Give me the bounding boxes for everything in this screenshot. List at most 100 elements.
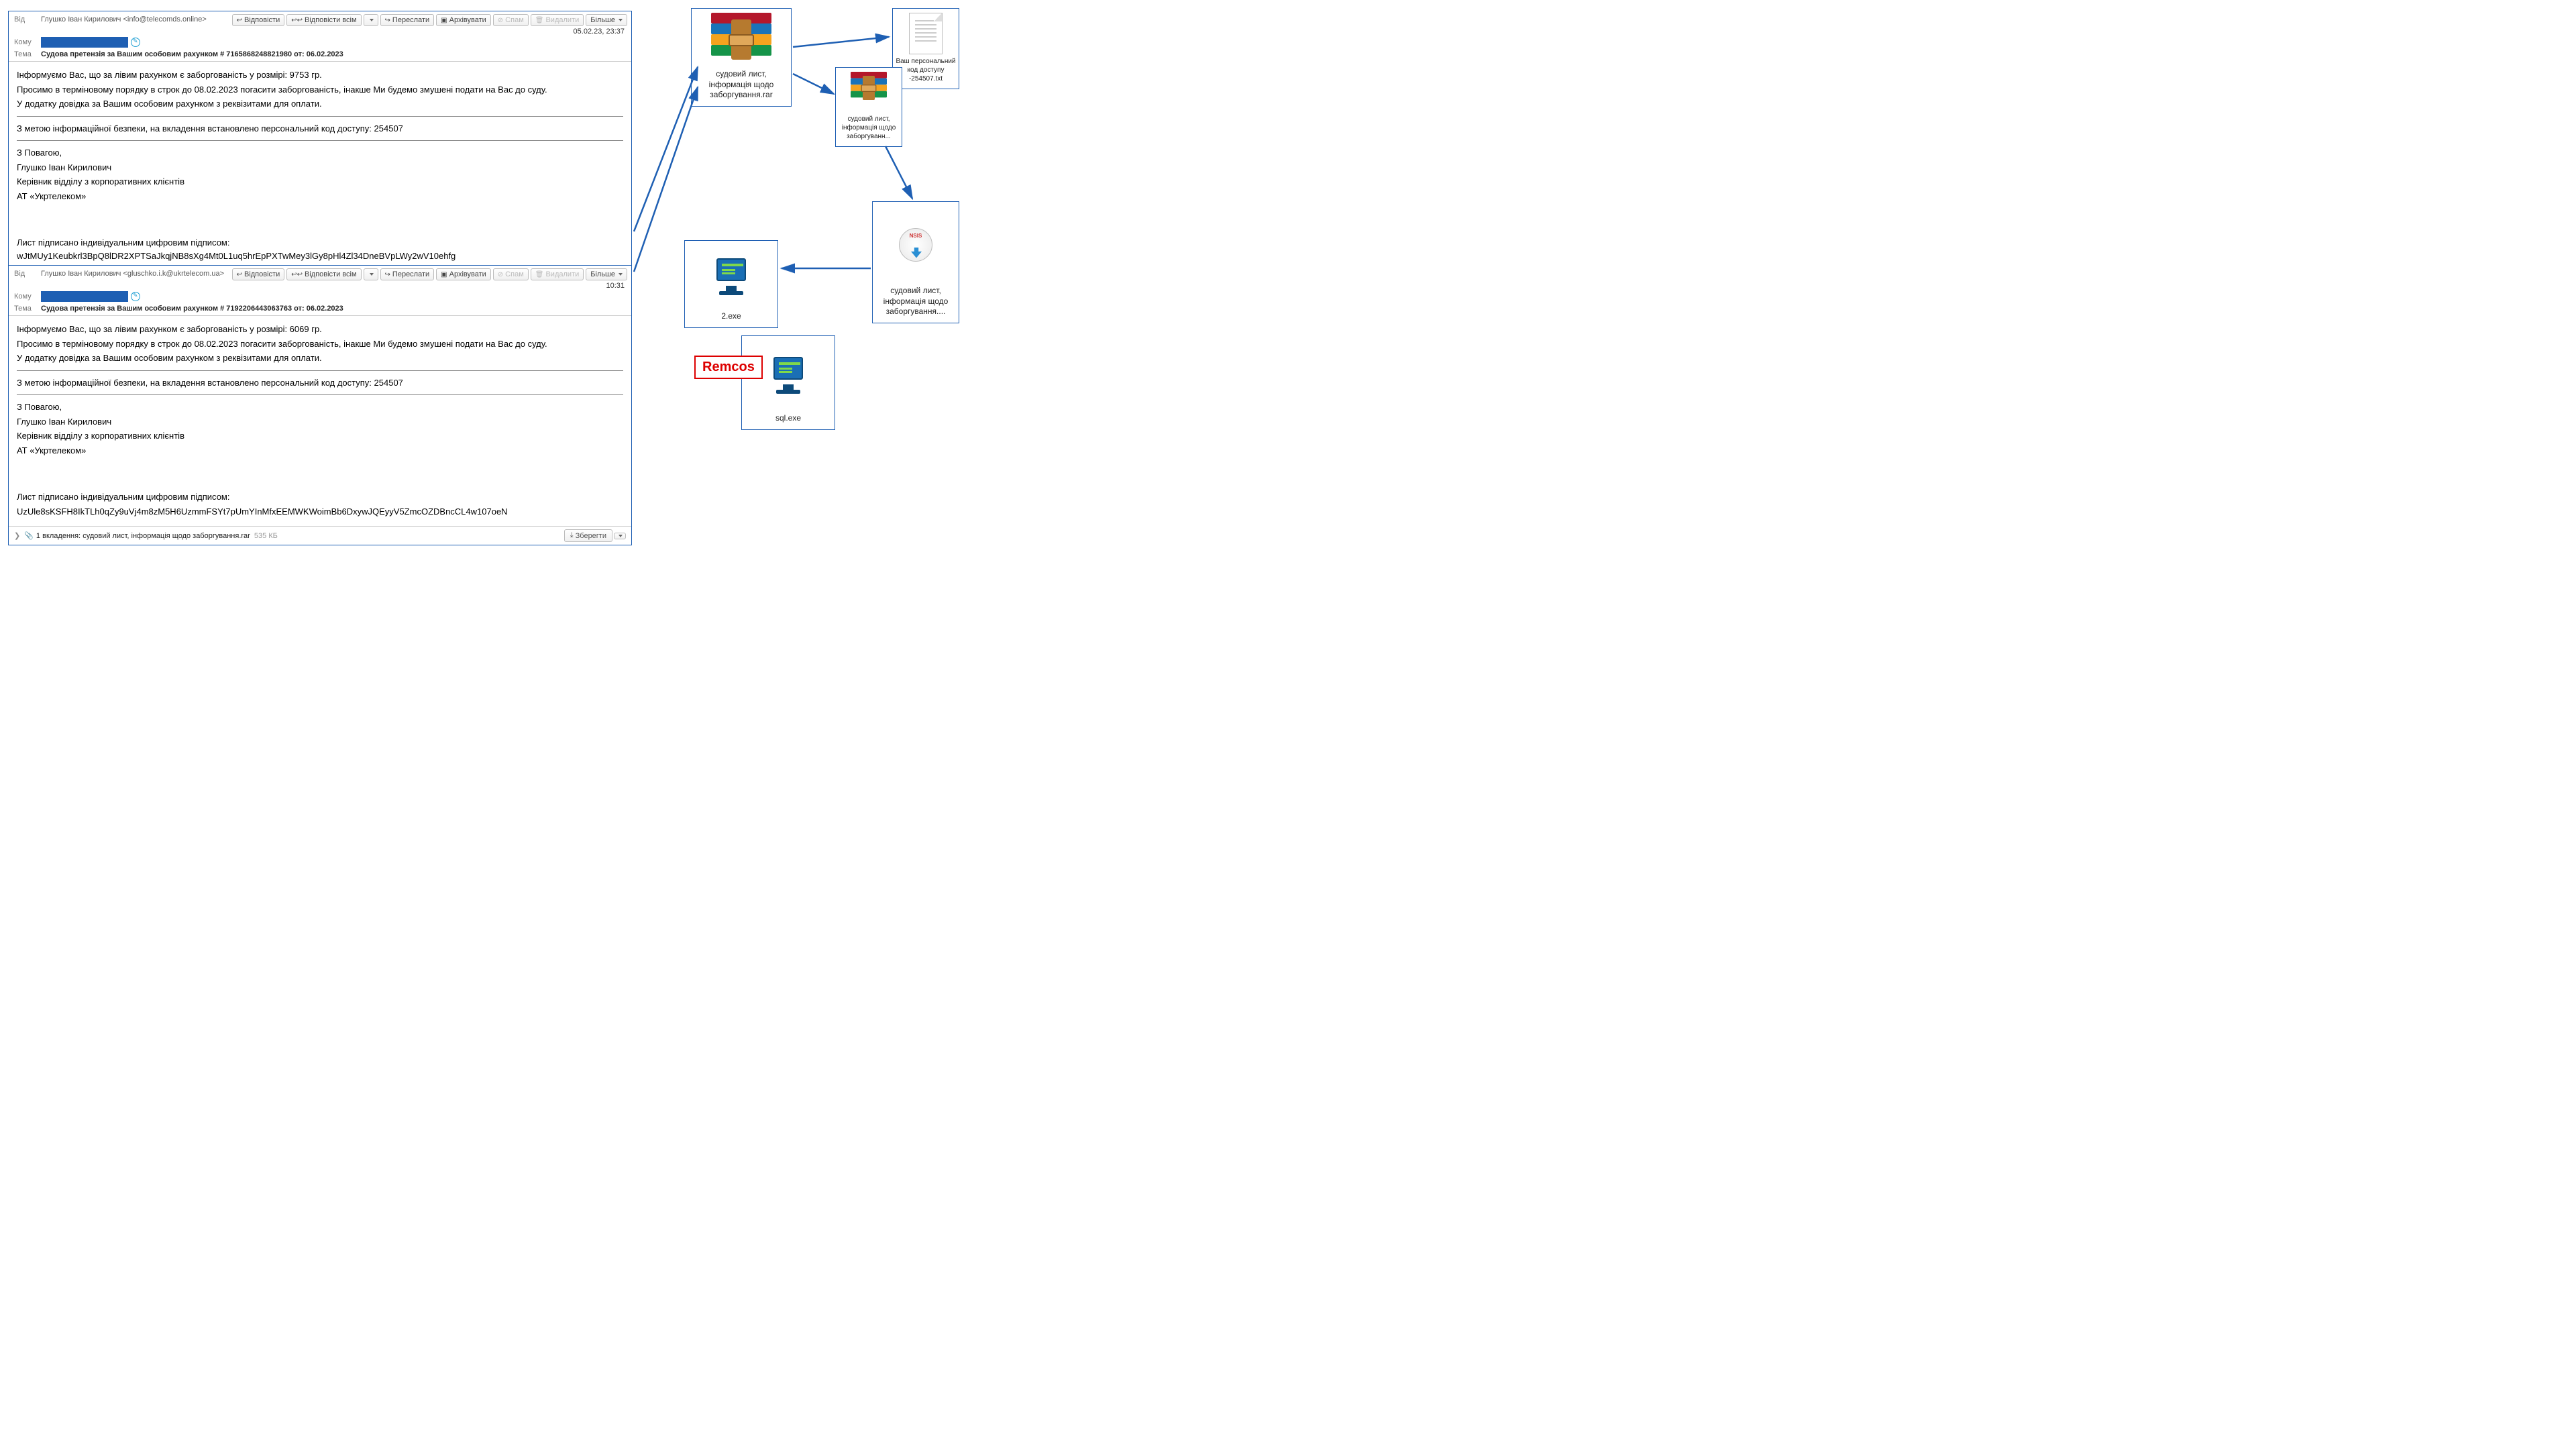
reply-label: Відповісти — [244, 270, 280, 278]
reply-icon: ↩ — [237, 17, 242, 24]
spam-button[interactable]: ⊘Спам — [493, 268, 529, 280]
email-datetime: 10:31 — [9, 280, 631, 290]
forward-button[interactable]: ↪Переслати — [380, 268, 435, 280]
node-sqlexe: sql.exe — [741, 335, 835, 430]
body-line: З Повагою, — [17, 146, 623, 160]
archive-icon: ▣ — [441, 17, 447, 24]
reply-all-label: Відповісти всім — [305, 16, 357, 24]
expand-icon[interactable]: ❯ — [14, 531, 20, 540]
body-line: АТ «Укртелеком» — [17, 444, 623, 458]
body-line: З метою інформаційної безпеки, на вкладе… — [17, 122, 623, 136]
body-signature: UzUle8sKSFH8IkTLh0qZy9uVj4m8zM5H6UzmmFSY… — [17, 505, 623, 519]
txt-icon — [909, 13, 943, 54]
email-body: Інформуємо Вас, що за лівим рахунком є з… — [9, 316, 631, 526]
delete-label: Видалити — [545, 16, 579, 24]
body-line: З метою інформаційної безпеки, на вкладе… — [17, 376, 623, 390]
archive-icon: ▣ — [441, 271, 447, 278]
more-label: Більше — [590, 270, 615, 278]
delete-button[interactable]: 🗑Видалити — [531, 14, 584, 26]
to-redacted — [41, 291, 128, 302]
delete-button[interactable]: 🗑Видалити — [531, 268, 584, 280]
file-caption: Ваш персональний код доступу -254507.txt — [896, 57, 956, 83]
separator — [17, 370, 623, 371]
separator — [17, 116, 623, 117]
nsis-icon — [899, 228, 932, 262]
archive-label: Архівувати — [449, 270, 486, 278]
save-button[interactable]: ⤓Зберегти — [564, 529, 612, 542]
body-line: Глушко Іван Кирилович — [17, 161, 623, 174]
save-label: Зберегти — [576, 532, 606, 540]
spam-icon: ⊘ — [498, 17, 503, 24]
attachment-bar: ❯ 📎 1 вкладення: судовий лист, інформаці… — [9, 526, 631, 545]
remcos-label: Remcos — [694, 356, 763, 379]
to-label: Кому — [14, 38, 41, 46]
spam-label: Спам — [505, 16, 524, 24]
reply-all-button[interactable]: ↩↩Відповісти всім — [286, 14, 361, 26]
setup-icon — [711, 258, 751, 295]
file-caption: судовий лист, інформація щодо заборгуван… — [875, 286, 956, 317]
body-line: У додатку довідка за Вашим особовим раху… — [17, 352, 623, 365]
to-label: Кому — [14, 292, 41, 301]
paperclip-icon: 📎 — [24, 531, 34, 540]
email-header: ↩Відповісти ↩↩Відповісти всім ↪Переслати… — [9, 11, 631, 62]
body-line: Інформуємо Вас, що за лівим рахунком є з… — [17, 323, 623, 336]
email-panel-2: ↩Відповісти ↩↩Відповісти всім ↪Переслати… — [8, 265, 632, 545]
node-rar-outer: судовий лист, інформація щодо заборгуван… — [691, 8, 792, 107]
node-txt: Ваш персональний код доступу -254507.txt — [892, 8, 959, 89]
forward-label: Переслати — [392, 16, 429, 24]
file-caption: судовий лист, інформація щодо заборгуван… — [694, 69, 788, 101]
file-caption: судовий лист, інформація щодо заборгуван… — [839, 115, 899, 141]
email-panel-1: ↩Відповісти ↩↩Відповісти всім ↪Переслати… — [8, 11, 632, 290]
subject-label: Тема — [14, 50, 41, 58]
subject-label: Тема — [14, 305, 41, 313]
node-rar-inner: судовий лист, інформація щодо заборгуван… — [835, 67, 902, 147]
spam-label: Спам — [505, 270, 524, 278]
forward-label: Переслати — [392, 270, 429, 278]
download-icon: ⤓ — [570, 531, 574, 540]
node-2exe: 2.exe — [684, 240, 778, 328]
forward-button[interactable]: ↪Переслати — [380, 14, 435, 26]
email-datetime: 05.02.23, 23:37 — [9, 26, 631, 36]
email-header: ↩Відповісти ↩↩Відповісти всім ↪Переслати… — [9, 266, 631, 316]
reply-icon: ↩ — [237, 271, 242, 278]
subject-value: Судова претензія за Вашим особовим рахун… — [41, 50, 626, 58]
attach-size: 535 КБ — [254, 532, 278, 540]
body-line: АТ «Укртелеком» — [17, 190, 623, 203]
reply-all-caret[interactable] — [364, 14, 378, 26]
file-caption: 2.exe — [688, 311, 775, 322]
reply-all-icon: ↩↩ — [291, 271, 303, 278]
attach-name: судовий лист, інформація щодо заборгуван… — [83, 532, 250, 540]
edit-icon[interactable] — [131, 292, 140, 301]
rar-icon — [851, 72, 887, 96]
reply-all-button[interactable]: ↩↩Відповісти всім — [286, 268, 361, 280]
chevron-down-icon — [370, 19, 374, 21]
more-label: Більше — [590, 16, 615, 24]
body-line: У додатку довідка за Вашим особовим раху… — [17, 97, 623, 111]
body-line: З Повагою, — [17, 400, 623, 414]
spam-icon: ⊘ — [498, 271, 503, 278]
subject-value: Судова претензія за Вашим особовим рахун… — [41, 305, 626, 313]
reply-button[interactable]: ↩Відповісти — [232, 268, 285, 280]
body-signature: Лист підписано індивідуальним цифровим п… — [17, 490, 623, 504]
email-toolbar: ↩Відповісти ↩↩Відповісти всім ↪Переслати… — [232, 268, 627, 280]
save-caret[interactable] — [614, 533, 626, 539]
email-body: Інформуємо Вас, що за лівим рахунком є з… — [9, 62, 631, 270]
spam-button[interactable]: ⊘Спам — [493, 14, 529, 26]
archive-button[interactable]: ▣Архівувати — [436, 14, 491, 26]
chevron-down-icon — [619, 535, 623, 537]
node-nsis: судовий лист, інформація щодо заборгуван… — [872, 201, 959, 323]
setup-icon — [768, 357, 808, 394]
archive-button[interactable]: ▣Архівувати — [436, 268, 491, 280]
archive-label: Архівувати — [449, 16, 486, 24]
body-line: Просимо в терміновому порядку в строк до… — [17, 83, 623, 97]
email-toolbar: ↩Відповісти ↩↩Відповісти всім ↪Переслати… — [232, 14, 627, 26]
reply-button[interactable]: ↩Відповісти — [232, 14, 285, 26]
to-redacted — [41, 37, 128, 48]
more-button[interactable]: Більше — [586, 268, 627, 280]
reply-all-label: Відповісти всім — [305, 270, 357, 278]
edit-icon[interactable] — [131, 38, 140, 47]
separator — [17, 140, 623, 141]
trash-icon: 🗑 — [535, 271, 544, 278]
reply-all-caret[interactable] — [364, 268, 378, 280]
more-button[interactable]: Більше — [586, 14, 627, 26]
